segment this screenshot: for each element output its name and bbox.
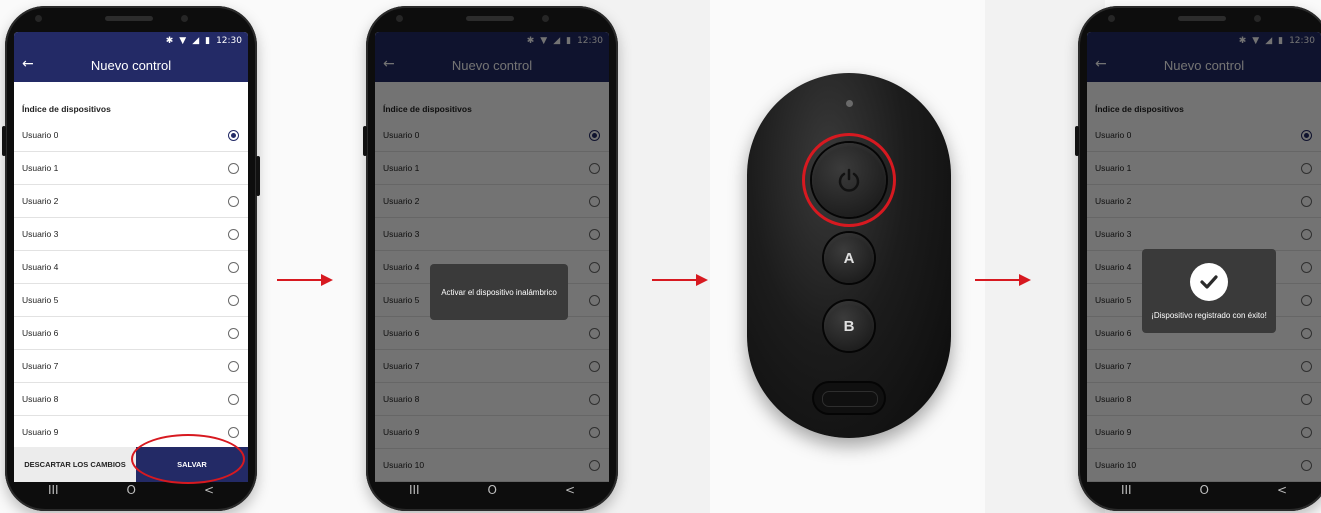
toast-message: ¡Dispositivo registrado con éxito! xyxy=(1151,310,1267,320)
remote-button-b[interactable]: B xyxy=(824,301,874,351)
phone-3: ✱ ▼ ◢ ▮ 12:30 ← Nuevo control Índice de … xyxy=(1075,6,1321,511)
user-label: Usuario 1 xyxy=(22,163,59,173)
screen-1: ✱ ▼ ◢ ▮ 12:30 ← Nuevo control Índice de … xyxy=(14,32,248,482)
highlight-save-ellipse xyxy=(131,434,245,484)
recent-apps-icon[interactable]: III xyxy=(48,483,59,497)
user-list-item[interactable]: Usuario 6 xyxy=(14,317,248,350)
step-arrow-2 xyxy=(652,274,708,286)
back-icon[interactable]: < xyxy=(1277,483,1287,497)
volume-button xyxy=(1075,126,1079,156)
user-list-item[interactable]: Usuario 8 xyxy=(14,383,248,416)
user-list-item[interactable]: Usuario 7 xyxy=(14,350,248,383)
sensor-icon xyxy=(1254,15,1261,22)
speaker-grille xyxy=(466,16,514,21)
user-label: Usuario 9 xyxy=(22,427,59,437)
radio-button[interactable] xyxy=(228,327,239,339)
user-label: Usuario 5 xyxy=(22,295,59,305)
user-list: Usuario 0 Usuario 1 Usuario 2 Usuario 3 Usua… xyxy=(14,119,248,449)
volume-button xyxy=(2,126,6,156)
nav-bar: III O < xyxy=(14,482,248,498)
radio-button[interactable] xyxy=(228,261,239,273)
signal-icon: ◢ xyxy=(192,35,200,46)
user-label: Usuario 8 xyxy=(22,394,59,404)
radio-button[interactable] xyxy=(228,195,239,207)
remote-button-a[interactable]: A xyxy=(824,233,874,283)
user-list-item[interactable]: Usuario 4 xyxy=(14,251,248,284)
remote-slot xyxy=(814,383,884,413)
back-icon[interactable]: < xyxy=(204,483,214,497)
back-arrow-icon[interactable]: ← xyxy=(22,56,34,72)
success-toast: ¡Dispositivo registrado con éxito! xyxy=(1142,249,1276,333)
speaker-grille xyxy=(1178,16,1226,21)
power-icon xyxy=(838,168,860,192)
user-label: Usuario 0 xyxy=(22,130,59,140)
radio-button[interactable] xyxy=(228,162,239,174)
status-time: 12:30 xyxy=(216,35,242,46)
sensor-icon xyxy=(181,15,188,22)
discard-button[interactable]: DESCARTAR LOS CAMBIOS xyxy=(14,447,136,482)
speaker-grille xyxy=(105,16,153,21)
front-camera-icon xyxy=(1108,15,1115,22)
checkmark-icon xyxy=(1190,262,1228,301)
user-list-item[interactable]: Usuario 5 xyxy=(14,284,248,317)
user-list-item[interactable]: Usuario 3 xyxy=(14,218,248,251)
home-icon[interactable]: O xyxy=(1200,483,1209,497)
user-list-item[interactable]: Usuario 1 xyxy=(14,152,248,185)
section-title: Índice de dispositivos xyxy=(22,104,111,114)
nav-bar: III O < xyxy=(1087,482,1321,498)
dim-overlay xyxy=(375,32,609,482)
recent-apps-icon[interactable]: III xyxy=(1121,483,1132,497)
radio-button[interactable] xyxy=(228,228,239,240)
home-icon[interactable]: O xyxy=(127,483,136,497)
user-list-item[interactable]: Usuario 2 xyxy=(14,185,248,218)
phone-2: ✱ ▼ ◢ ▮ 12:30 ← Nuevo control Índice de … xyxy=(363,6,618,511)
nav-bar: III O < xyxy=(375,482,609,498)
user-label: Usuario 6 xyxy=(22,328,59,338)
radio-button[interactable] xyxy=(228,360,239,372)
page-title: Nuevo control xyxy=(90,58,172,73)
toast-message: Activar el dispositivo inalámbrico xyxy=(441,287,557,297)
user-list-item[interactable]: Usuario 0 xyxy=(14,119,248,152)
screen-2: ✱ ▼ ◢ ▮ 12:30 ← Nuevo control Índice de … xyxy=(375,32,609,482)
user-label: Usuario 7 xyxy=(22,361,59,371)
volume-button xyxy=(363,126,367,156)
sensor-icon xyxy=(542,15,549,22)
wireless-remote: A B xyxy=(747,73,951,438)
screen-3: ✱ ▼ ◢ ▮ 12:30 ← Nuevo control Índice de … xyxy=(1087,32,1321,482)
radio-button[interactable] xyxy=(228,393,239,405)
wifi-icon: ▼ xyxy=(179,35,187,46)
front-camera-icon xyxy=(396,15,403,22)
status-led xyxy=(846,100,853,107)
user-label: Usuario 2 xyxy=(22,196,59,206)
power-side-button xyxy=(256,156,260,196)
bluetooth-icon: ✱ xyxy=(165,35,174,46)
recent-apps-icon[interactable]: III xyxy=(409,483,420,497)
user-label: Usuario 3 xyxy=(22,229,59,239)
home-icon[interactable]: O xyxy=(488,483,497,497)
radio-button[interactable] xyxy=(228,426,239,438)
activation-toast: Activar el dispositivo inalámbrico xyxy=(430,264,568,320)
phone-1: ✱ ▼ ◢ ▮ 12:30 ← Nuevo control Índice de … xyxy=(2,6,260,511)
tutorial-canvas: ✱ ▼ ◢ ▮ 12:30 ← Nuevo control Índice de … xyxy=(0,0,1321,513)
battery-icon: ▮ xyxy=(205,35,211,46)
step-arrow-3 xyxy=(975,274,1031,286)
app-bar: ← Nuevo control xyxy=(14,49,248,82)
radio-button[interactable] xyxy=(228,129,239,141)
remote-power-button[interactable] xyxy=(812,143,886,217)
front-camera-icon xyxy=(35,15,42,22)
user-label: Usuario 4 xyxy=(22,262,59,272)
radio-button[interactable] xyxy=(228,294,239,306)
status-bar: ✱ ▼ ◢ ▮ 12:30 xyxy=(14,32,248,49)
back-icon[interactable]: < xyxy=(565,483,575,497)
step-arrow-1 xyxy=(277,274,333,286)
